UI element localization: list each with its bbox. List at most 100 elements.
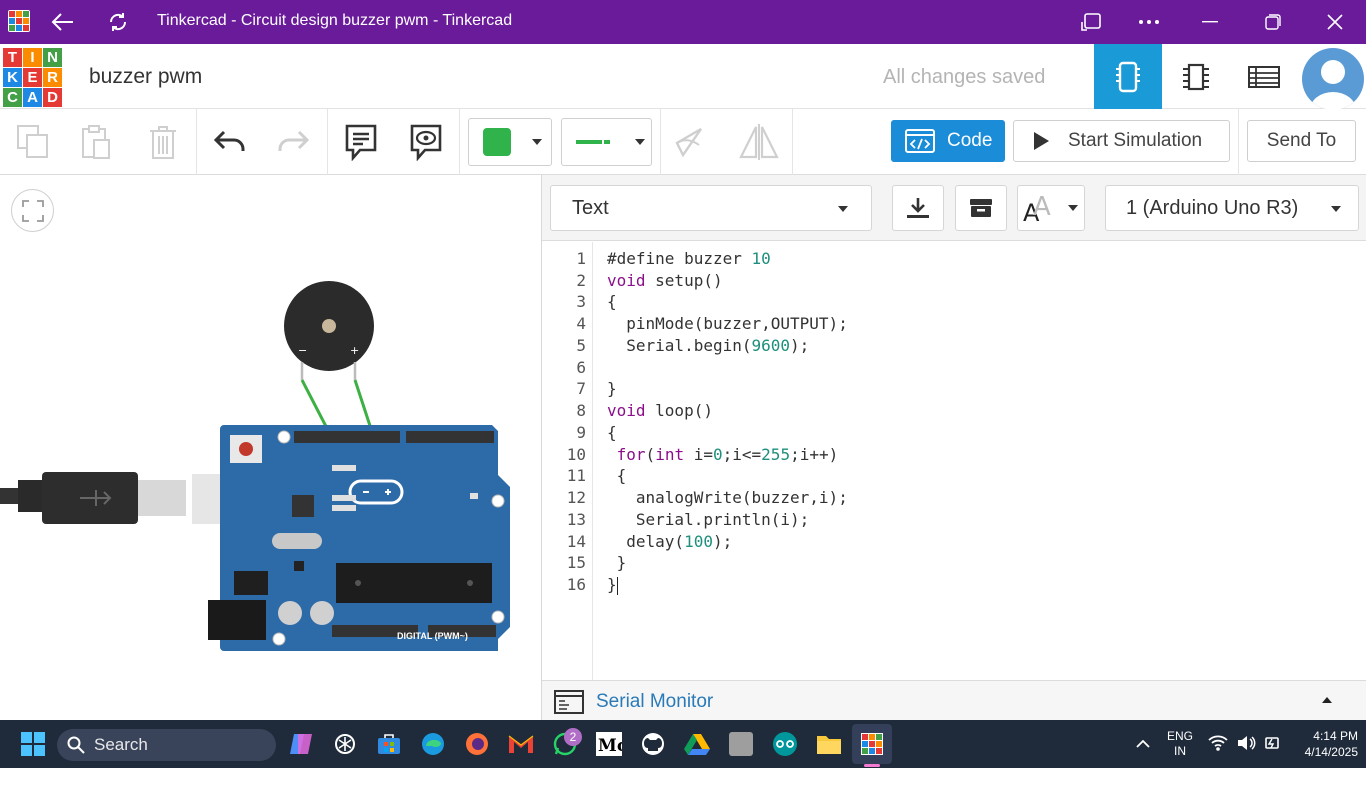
- paste-button[interactable]: [74, 121, 118, 163]
- device-select-dropdown[interactable]: 1 (Arduino Uno R3): [1105, 185, 1359, 231]
- code-line[interactable]: for(int i=0;i<=255;i++): [607, 445, 839, 464]
- battery-icon: [1265, 737, 1279, 749]
- windows-start-icon[interactable]: [17, 728, 49, 760]
- code-line[interactable]: }: [607, 379, 617, 398]
- project-name[interactable]: buzzer pwm: [89, 65, 202, 89]
- circuit-canvas[interactable]: − + DIGITAL (PWM~) UNO ARDUINO ON L TX R…: [0, 175, 541, 791]
- close-icon[interactable]: [1312, 0, 1358, 44]
- input-language-indicator[interactable]: ENG IN: [1163, 729, 1197, 759]
- delete-button[interactable]: [141, 121, 185, 163]
- chatgpt-icon[interactable]: [329, 728, 361, 760]
- minimize-icon[interactable]: [1187, 0, 1233, 44]
- notes-button[interactable]: [339, 121, 383, 163]
- color-picker-dropdown[interactable]: [468, 118, 552, 166]
- edge-browser-icon[interactable]: [417, 728, 449, 760]
- show-hidden-icons-chevron[interactable]: [1127, 728, 1159, 760]
- code-line[interactable]: {: [607, 423, 617, 442]
- power-pins-label: POWER: [383, 781, 418, 791]
- code-line[interactable]: void loop(): [607, 401, 713, 420]
- analog-pins-label: ANALOG IN: [442, 781, 493, 791]
- font-size-dropdown[interactable]: AA: [1017, 185, 1085, 231]
- line-number: 2: [576, 271, 586, 290]
- rotate-icon: [675, 127, 702, 158]
- tinkercad-taskbar-icon[interactable]: [856, 728, 888, 760]
- cast-icon[interactable]: [1068, 0, 1114, 44]
- clock[interactable]: 4:14 PM 4/14/2025: [1282, 728, 1358, 760]
- tx-led-label: TX: [318, 669, 327, 676]
- copilot-icon[interactable]: [285, 728, 317, 760]
- medium-icon[interactable]: Mc: [593, 728, 625, 760]
- flip-button[interactable]: [737, 121, 781, 163]
- code-line[interactable]: #define buzzer 10: [607, 249, 771, 268]
- line-number: 6: [576, 358, 586, 377]
- libraries-button[interactable]: [955, 185, 1007, 231]
- redo-button[interactable]: [271, 121, 315, 163]
- code-line[interactable]: delay(100);: [607, 532, 732, 551]
- library-box-icon: [970, 199, 992, 217]
- line-number: 9: [576, 423, 586, 442]
- tinkercad-logo[interactable]: T I N K E R C A D: [3, 48, 62, 107]
- system-tray[interactable]: [1208, 734, 1282, 752]
- code-line[interactable]: Serial.println(i);: [607, 510, 809, 529]
- microsoft-store-icon[interactable]: [373, 728, 405, 760]
- start-simulation-label: Start Simulation: [1068, 130, 1203, 151]
- code-line[interactable]: Serial.begin(9600);: [607, 336, 809, 355]
- fit-view-button[interactable]: [11, 189, 54, 232]
- piezo-buzzer[interactable]: − +: [282, 280, 378, 440]
- user-avatar-icon: [1310, 60, 1356, 110]
- code-line[interactable]: }: [607, 553, 627, 572]
- svg-text:A: A: [1033, 193, 1051, 222]
- circuit-view-button[interactable]: [1094, 44, 1162, 109]
- code-button-label: Code: [947, 130, 993, 151]
- line-number: 1: [576, 249, 586, 268]
- undo-button[interactable]: [208, 121, 252, 163]
- copy-button[interactable]: [11, 121, 55, 163]
- code-editor[interactable]: 1 2 3 4 5 6 7 8 9 10 11 12 13 14 15 16 #…: [542, 242, 1366, 680]
- code-line[interactable]: {: [607, 466, 627, 485]
- editor-toolbar: Code Start Simulation Send To: [0, 109, 1366, 175]
- back-icon[interactable]: [40, 0, 86, 44]
- line-number: 11: [566, 466, 586, 485]
- gmail-icon[interactable]: [505, 728, 537, 760]
- components-list-button[interactable]: [1230, 44, 1298, 109]
- start-simulation-button[interactable]: Start Simulation: [1013, 120, 1230, 162]
- code-button[interactable]: Code: [891, 120, 1005, 162]
- toolbar-divider: [660, 109, 661, 175]
- rotate-button[interactable]: [668, 121, 712, 163]
- copy-icon: [17, 125, 48, 158]
- google-drive-icon[interactable]: [681, 728, 713, 760]
- firefox-icon[interactable]: [461, 728, 493, 760]
- window-title: Tinkercad - Circuit design buzzer pwm - …: [157, 12, 513, 29]
- wifi-icon: [1208, 735, 1228, 751]
- code-line[interactable]: pinMode(buzzer,OUTPUT);: [607, 314, 848, 333]
- code-line[interactable]: {: [607, 292, 617, 311]
- send-to-button[interactable]: Send To: [1247, 120, 1356, 162]
- refresh-icon[interactable]: [95, 0, 141, 44]
- user-avatar[interactable]: [1302, 48, 1364, 110]
- more-options-icon[interactable]: [1126, 0, 1172, 44]
- arduino-ide-icon[interactable]: [769, 728, 801, 760]
- serial-monitor-label: Serial Monitor: [596, 691, 714, 712]
- code-icon: [905, 129, 935, 153]
- code-mode-dropdown[interactable]: Text: [550, 185, 872, 231]
- logo-letter: A: [23, 88, 42, 107]
- toolbar-divider: [327, 109, 328, 175]
- blank-app-icon[interactable]: [725, 728, 757, 760]
- restore-icon[interactable]: [1250, 0, 1296, 44]
- language-code: ENG: [1166, 729, 1193, 743]
- file-explorer-icon[interactable]: [813, 728, 845, 760]
- code-line[interactable]: }: [607, 575, 618, 595]
- code-line[interactable]: analogWrite(buzzer,i);: [607, 488, 848, 507]
- notes-visibility-button[interactable]: [404, 121, 448, 163]
- line-number: 3: [576, 292, 586, 311]
- schematic-view-button[interactable]: [1162, 44, 1230, 109]
- code-line[interactable]: void setup(): [607, 271, 723, 290]
- clock-time: 4:14 PM: [1313, 729, 1358, 743]
- chevron-down-icon: [532, 139, 542, 145]
- eye-note-icon: [410, 124, 442, 161]
- github-icon[interactable]: [637, 728, 669, 760]
- download-code-button[interactable]: [892, 185, 944, 231]
- serial-monitor-bar[interactable]: Serial Monitor: [542, 680, 1366, 720]
- wire-type-dropdown[interactable]: [561, 118, 652, 166]
- taskbar-search-box[interactable]: Search: [57, 729, 276, 761]
